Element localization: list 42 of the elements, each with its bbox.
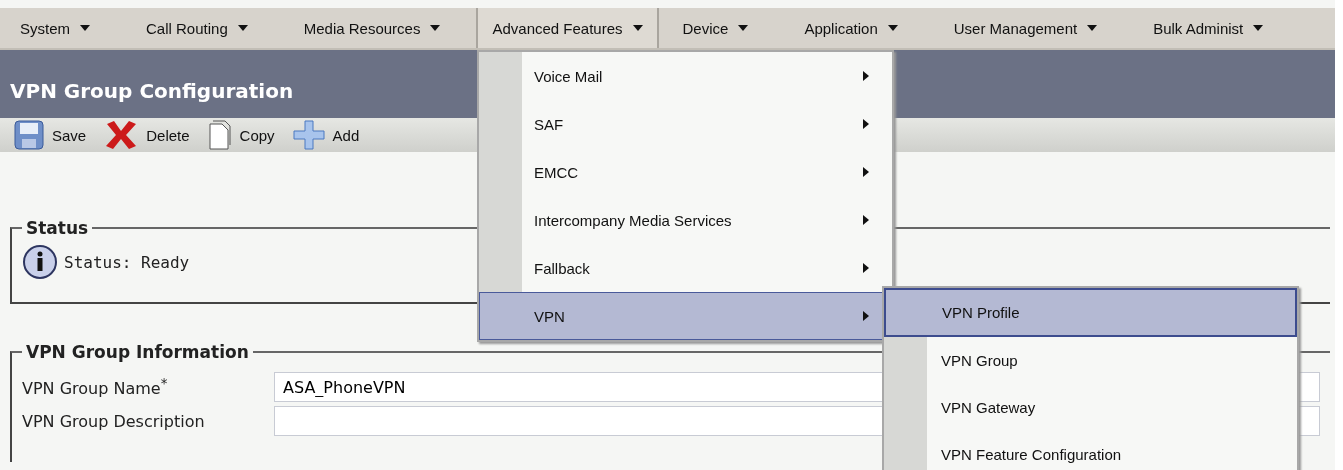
menu-item[interactable]: Device [658,8,785,48]
info-icon [22,244,58,280]
menu-item[interactable]: System [0,8,126,48]
caret-icon [887,25,898,31]
toolbar-button[interactable]: Add [288,120,364,150]
toolbar-button[interactable]: Delete [100,120,194,150]
plus-icon [292,120,325,150]
document-icon [207,120,232,150]
toolbar-button[interactable]: Save [10,120,91,150]
menu-option[interactable]: VPN Feature Configuration [884,431,1297,470]
toolbar-button[interactable]: Copy [203,120,279,150]
status-text: Status: Ready [64,252,190,272]
page-title: VPN Group Configuration [10,79,294,103]
submenu-arrow-icon [863,167,869,177]
field-label: VPN Group Description [22,411,206,431]
caret-icon [738,25,749,31]
caret-icon [1087,25,1098,31]
caret-icon [80,25,90,31]
caret-icon [237,25,248,31]
menu-option[interactable]: VPN Profile [884,288,1297,337]
menu-item[interactable]: Call Routing [126,8,284,48]
menu-item[interactable]: Application [784,8,934,48]
field-label: VPN Group Name$^{*}$ [22,375,169,399]
menu-item[interactable]: Media Resources [283,8,477,48]
menu-item[interactable]: Bulk Administ [1133,8,1300,48]
menu-option[interactable]: EMCC [479,148,892,196]
caret-icon [632,25,643,31]
panel-legend: Status [22,218,93,238]
menu-option[interactable]: SAF [479,100,892,148]
submenu-arrow-icon [863,311,869,321]
submenu-arrow-icon [863,119,869,129]
menu-option[interactable]: Intercompany Media Services [479,196,892,244]
panel-legend: VPN Group Information [22,342,253,362]
submenu-arrow-icon [863,215,869,225]
delete-icon [104,120,139,150]
menu-item[interactable]: User Management [933,8,1134,48]
submenu-arrow-icon [863,71,869,81]
caret-icon [430,25,441,31]
submenu-arrow-icon [863,263,869,273]
menu-item[interactable]: Advanced Features [476,8,659,48]
caret-icon [1253,25,1264,31]
menu-option[interactable]: Voice Mail [479,52,892,100]
